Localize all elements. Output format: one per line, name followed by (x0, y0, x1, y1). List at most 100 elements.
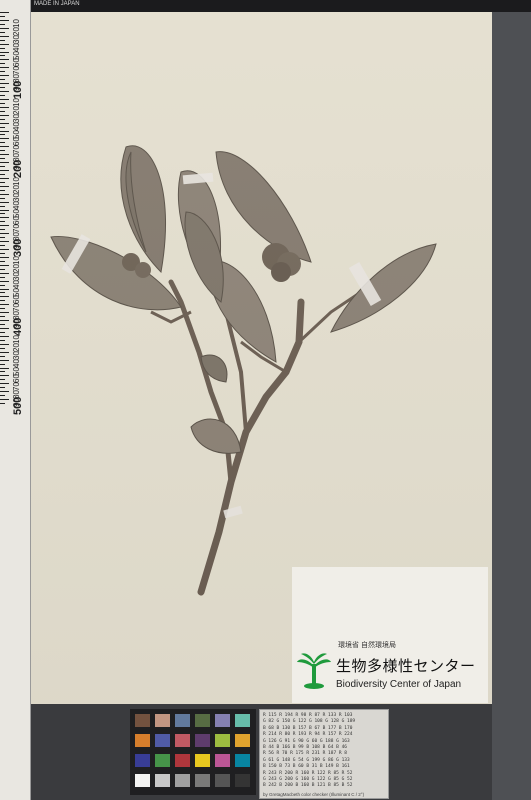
ruler-tick (0, 19, 9, 21)
ruler-tick (0, 284, 5, 286)
ruler-tick (0, 351, 9, 353)
ruler-tick (0, 142, 5, 144)
ruler-tick (0, 15, 5, 17)
ruler-tick (0, 114, 9, 116)
ruler-tick (0, 83, 9, 85)
left-ruler: 10 20 30 40 50 60 70 80 90 100 10 20 30 40 50 60 70 80 90 2… (0, 0, 31, 800)
ruler-tick (0, 39, 5, 41)
color-swatch (175, 754, 190, 767)
ruler-tick (0, 328, 9, 329)
ruler-tick (0, 181, 5, 183)
right-backdrop (492, 12, 531, 800)
ruler-tick (0, 359, 9, 361)
ruler-tick (0, 260, 5, 262)
color-swatch (135, 734, 150, 747)
ruler-tick (0, 12, 9, 13)
color-swatch (135, 774, 150, 787)
ruler-tick (0, 264, 9, 266)
biodiversity-logo-icon (297, 653, 331, 689)
color-swatch (155, 734, 170, 747)
color-swatch (155, 774, 170, 787)
ruler-tick (0, 173, 5, 175)
ruler-tick (0, 221, 5, 223)
ruler-tick (0, 399, 9, 401)
ruler-tick (0, 237, 5, 239)
ruler-brand-text: MADE IN JAPAN (34, 1, 80, 7)
color-swatch (215, 754, 230, 767)
ruler-tick (0, 185, 9, 187)
color-card-caption: by GretagMacbeth color checker (Illumina… (263, 792, 365, 797)
ruler-tick (0, 308, 5, 310)
color-swatch (235, 734, 250, 747)
ruler-tick (0, 154, 9, 156)
ruler-tick (0, 379, 5, 381)
ruler-tick (0, 130, 9, 132)
ruler-tick (0, 55, 5, 57)
color-value-row: B 68 B 130 B 157 B 67 B 177 B 170 (263, 725, 353, 731)
color-value-row: B 242 B 200 B 160 B 121 B 85 B 52 (263, 783, 353, 789)
color-value-row: G 82 G 150 G 122 G 108 G 128 G 189 (263, 719, 356, 725)
ruler-tick (0, 355, 5, 357)
ruler-tick (0, 138, 9, 140)
ruler-tick (0, 367, 9, 369)
ruler-tick (0, 249, 9, 250)
ruler-tick (0, 126, 5, 128)
color-swatch (215, 774, 230, 787)
color-value-row: R 115 R 194 R 98 R 87 R 133 R 103 (263, 713, 353, 718)
ruler-tick (0, 201, 9, 203)
ruler-tick (0, 252, 5, 254)
color-swatch (215, 734, 230, 747)
ruler-tick (0, 304, 9, 306)
color-swatch (235, 774, 250, 787)
color-value-row: B 44 B 166 B 99 B 108 B 64 B 46 (263, 745, 347, 750)
ruler-tick (0, 320, 9, 322)
color-swatch (135, 714, 150, 727)
color-swatch (155, 754, 170, 767)
color-swatch (235, 754, 250, 767)
color-swatch (175, 714, 190, 727)
ruler-tick (0, 67, 9, 69)
ruler-tick (0, 106, 9, 108)
ruler-tick (0, 162, 9, 164)
ruler-tick (0, 134, 5, 136)
ruler-label: 400 (12, 317, 24, 336)
ruler-tick (0, 383, 9, 385)
ruler-tick (0, 375, 9, 377)
ruler-tick (0, 51, 9, 53)
ruler-tick (0, 166, 5, 168)
ruler-tick (0, 343, 9, 345)
ruler-tick (0, 387, 5, 389)
ruler-tick (0, 395, 5, 397)
color-swatch (235, 714, 250, 727)
ruler-tick (0, 205, 5, 207)
ruler-tick (0, 347, 5, 349)
ruler-tick (0, 335, 9, 337)
ruler-tick (0, 23, 5, 25)
ruler-tick (0, 47, 5, 49)
ruler-tick (0, 272, 9, 274)
ruler-tick (0, 391, 9, 393)
ruler-tick (0, 75, 9, 77)
ruler-tick (0, 233, 9, 235)
ruler-tick (0, 158, 5, 160)
ruler-tick (0, 31, 5, 33)
ruler-tick (0, 189, 5, 191)
ruler-tick (0, 193, 9, 195)
color-value-row: G 126 G 91 G 90 G 60 G 188 G 163 (263, 738, 350, 744)
ruler-tick (0, 296, 9, 298)
ruler-tick (0, 331, 5, 333)
ruler-tick (0, 403, 5, 405)
ruler-tick (0, 225, 9, 227)
ruler-tick (0, 209, 9, 211)
ruler-tick (0, 177, 9, 179)
ruler-tick (0, 245, 5, 247)
ruler-tick (0, 197, 5, 199)
color-value-row: R 56 R 70 R 175 R 231 R 187 R 8 (263, 751, 347, 757)
color-swatch (195, 774, 210, 787)
color-swatch (155, 714, 170, 727)
ruler-tick (0, 300, 5, 302)
label-title-jp: 生物多様性センター (336, 658, 476, 675)
ruler-tick (0, 87, 5, 89)
ruler-label: 500 (12, 396, 24, 415)
ruler-tick (0, 280, 9, 282)
